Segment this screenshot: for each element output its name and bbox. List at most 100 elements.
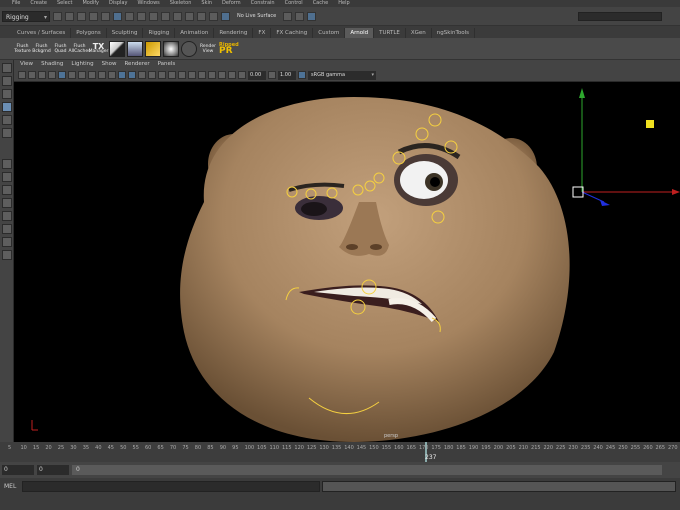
photometric-light-icon[interactable] [163, 40, 179, 57]
hypershade-layout-icon[interactable] [1, 224, 12, 234]
lasso-tool-icon[interactable] [1, 76, 12, 86]
camera-icon[interactable] [221, 11, 230, 21]
menu-create[interactable]: Create [30, 0, 47, 7]
menu-file[interactable]: File [12, 0, 20, 7]
shelf-tab-curves-surfaces[interactable]: Curves / Surfaces [12, 28, 72, 38]
flush-quad-button[interactable]: Flush Quad [52, 40, 69, 58]
shelf-tab-sculpting[interactable]: Sculpting [107, 28, 144, 38]
default-material-icon[interactable] [138, 71, 146, 79]
area-light-icon[interactable] [109, 40, 125, 57]
mesh-light-icon[interactable] [145, 40, 161, 57]
field-chart-icon[interactable] [98, 71, 106, 79]
panel-menu-show[interactable]: Show [102, 60, 117, 69]
shelf-tab-arnold[interactable]: Arnold [345, 28, 375, 38]
render-view-button[interactable]: Render View [199, 44, 217, 54]
gate-mask-icon[interactable] [88, 71, 96, 79]
tx-manager-button[interactable]: TX Manager [89, 40, 109, 58]
flush-background-button[interactable]: Flush Bckgrnd [32, 40, 51, 58]
menu-modify[interactable]: Modify [82, 0, 99, 7]
menu-display[interactable]: Display [109, 0, 127, 7]
single-layout-icon[interactable] [1, 159, 12, 169]
save-scene-icon[interactable] [77, 11, 86, 21]
axis-z-arrow[interactable] [600, 200, 610, 206]
color-management-icon[interactable] [298, 71, 306, 79]
shadows-icon[interactable] [168, 71, 176, 79]
side-layout-icon[interactable] [1, 185, 12, 195]
mel-label[interactable]: MEL [4, 483, 16, 490]
snap-point-icon[interactable] [173, 11, 182, 21]
isolate-select-icon[interactable] [208, 71, 216, 79]
xray-icon[interactable] [218, 71, 226, 79]
menu-help[interactable]: Help [338, 0, 349, 7]
undo-icon[interactable] [89, 11, 98, 21]
menu-select[interactable]: Select [57, 0, 72, 7]
shelf-tab-rendering[interactable]: Rendering [214, 28, 254, 38]
scale-tool-icon[interactable] [1, 128, 12, 138]
xray-joints-icon[interactable] [228, 71, 236, 79]
wireframe-icon[interactable] [118, 71, 126, 79]
axis-x-arrow[interactable] [672, 189, 680, 195]
light-locator[interactable] [646, 120, 654, 128]
ipr-render-icon[interactable] [295, 11, 305, 21]
magnet-icon[interactable] [197, 11, 206, 21]
shelf-tab-turtle[interactable]: TURTLE [374, 28, 406, 38]
3d-viewport[interactable]: persp [14, 82, 680, 442]
command-input[interactable] [22, 481, 320, 492]
open-scene-icon[interactable] [65, 11, 74, 21]
menu-cache[interactable]: Cache [313, 0, 329, 7]
safe-action-icon[interactable] [108, 71, 116, 79]
menu-control[interactable]: Control [285, 0, 303, 7]
shelf-tab-xgen[interactable]: XGen [406, 28, 432, 38]
gamma-icon[interactable] [268, 71, 276, 79]
use-all-lights-icon[interactable] [158, 71, 166, 79]
range-slider[interactable]: 0 [72, 465, 662, 475]
textured-icon[interactable] [148, 71, 156, 79]
film-gate-icon[interactable] [68, 71, 76, 79]
exposure-icon[interactable] [238, 71, 246, 79]
move-tool-icon[interactable] [1, 102, 12, 112]
uv-layout-icon[interactable] [1, 237, 12, 247]
menu-skeleton[interactable]: Skeleton [170, 0, 192, 7]
axis-y-arrow[interactable] [579, 88, 585, 98]
flush-texture-button[interactable]: Flush Texture [14, 40, 31, 58]
gamma-field[interactable]: 1.00 [278, 70, 296, 80]
shelf-tab-fx[interactable]: FX [253, 28, 272, 38]
head-mesh[interactable] [180, 97, 570, 442]
outliner-layout-icon[interactable] [1, 198, 12, 208]
menu-deform[interactable]: Deform [222, 0, 241, 7]
panel-menu-panels[interactable]: Panels [158, 60, 176, 69]
render-frame-icon[interactable] [283, 11, 293, 21]
skydome-light-icon[interactable] [127, 40, 143, 57]
smooth-shade-icon[interactable] [128, 71, 136, 79]
shelf-tab-custom[interactable]: Custom [313, 28, 346, 38]
select-component-icon[interactable] [137, 11, 146, 21]
shelf-tab-animation[interactable]: Animation [175, 28, 215, 38]
menu-set-dropdown[interactable]: Rigging [2, 10, 50, 23]
shelf-tab-polygons[interactable]: Polygons [71, 28, 107, 38]
new-scene-icon[interactable] [53, 11, 62, 21]
anti-aliasing-icon[interactable] [198, 71, 206, 79]
graph-layout-icon[interactable] [1, 211, 12, 221]
screen-space-ao-icon[interactable] [178, 71, 186, 79]
paint-select-icon[interactable] [1, 89, 12, 99]
start-time-field[interactable]: 0 [2, 465, 34, 475]
panel-menu-lighting[interactable]: Lighting [71, 60, 93, 69]
menu-constrain[interactable]: Constrain [251, 0, 275, 7]
shelf-tab-rigging[interactable]: Rigging [143, 28, 176, 38]
panel-menu-view[interactable]: View [20, 60, 33, 69]
search-input[interactable] [578, 11, 662, 21]
render-settings-icon[interactable] [307, 11, 317, 21]
exposure-field[interactable]: 0.00 [248, 70, 266, 80]
shelf-tab-ngskintools[interactable]: ngSkinTools [432, 28, 475, 38]
shelf-tab-fx-caching[interactable]: FX Caching [271, 28, 314, 38]
select-camera-icon[interactable] [18, 71, 26, 79]
live-surface-label[interactable]: No Live Surface [233, 13, 280, 19]
resolution-gate-icon[interactable] [78, 71, 86, 79]
ipr-button[interactable]: Ripped PR [219, 42, 239, 56]
light-portal-icon[interactable] [181, 40, 197, 57]
camera-attributes-icon[interactable] [28, 71, 36, 79]
snap-curve-icon[interactable] [161, 11, 170, 21]
panel-menu-renderer[interactable]: Renderer [124, 60, 149, 69]
select-tool-icon[interactable] [1, 63, 12, 73]
flush-all-caches-button[interactable]: Flush AllCaches [69, 40, 91, 58]
